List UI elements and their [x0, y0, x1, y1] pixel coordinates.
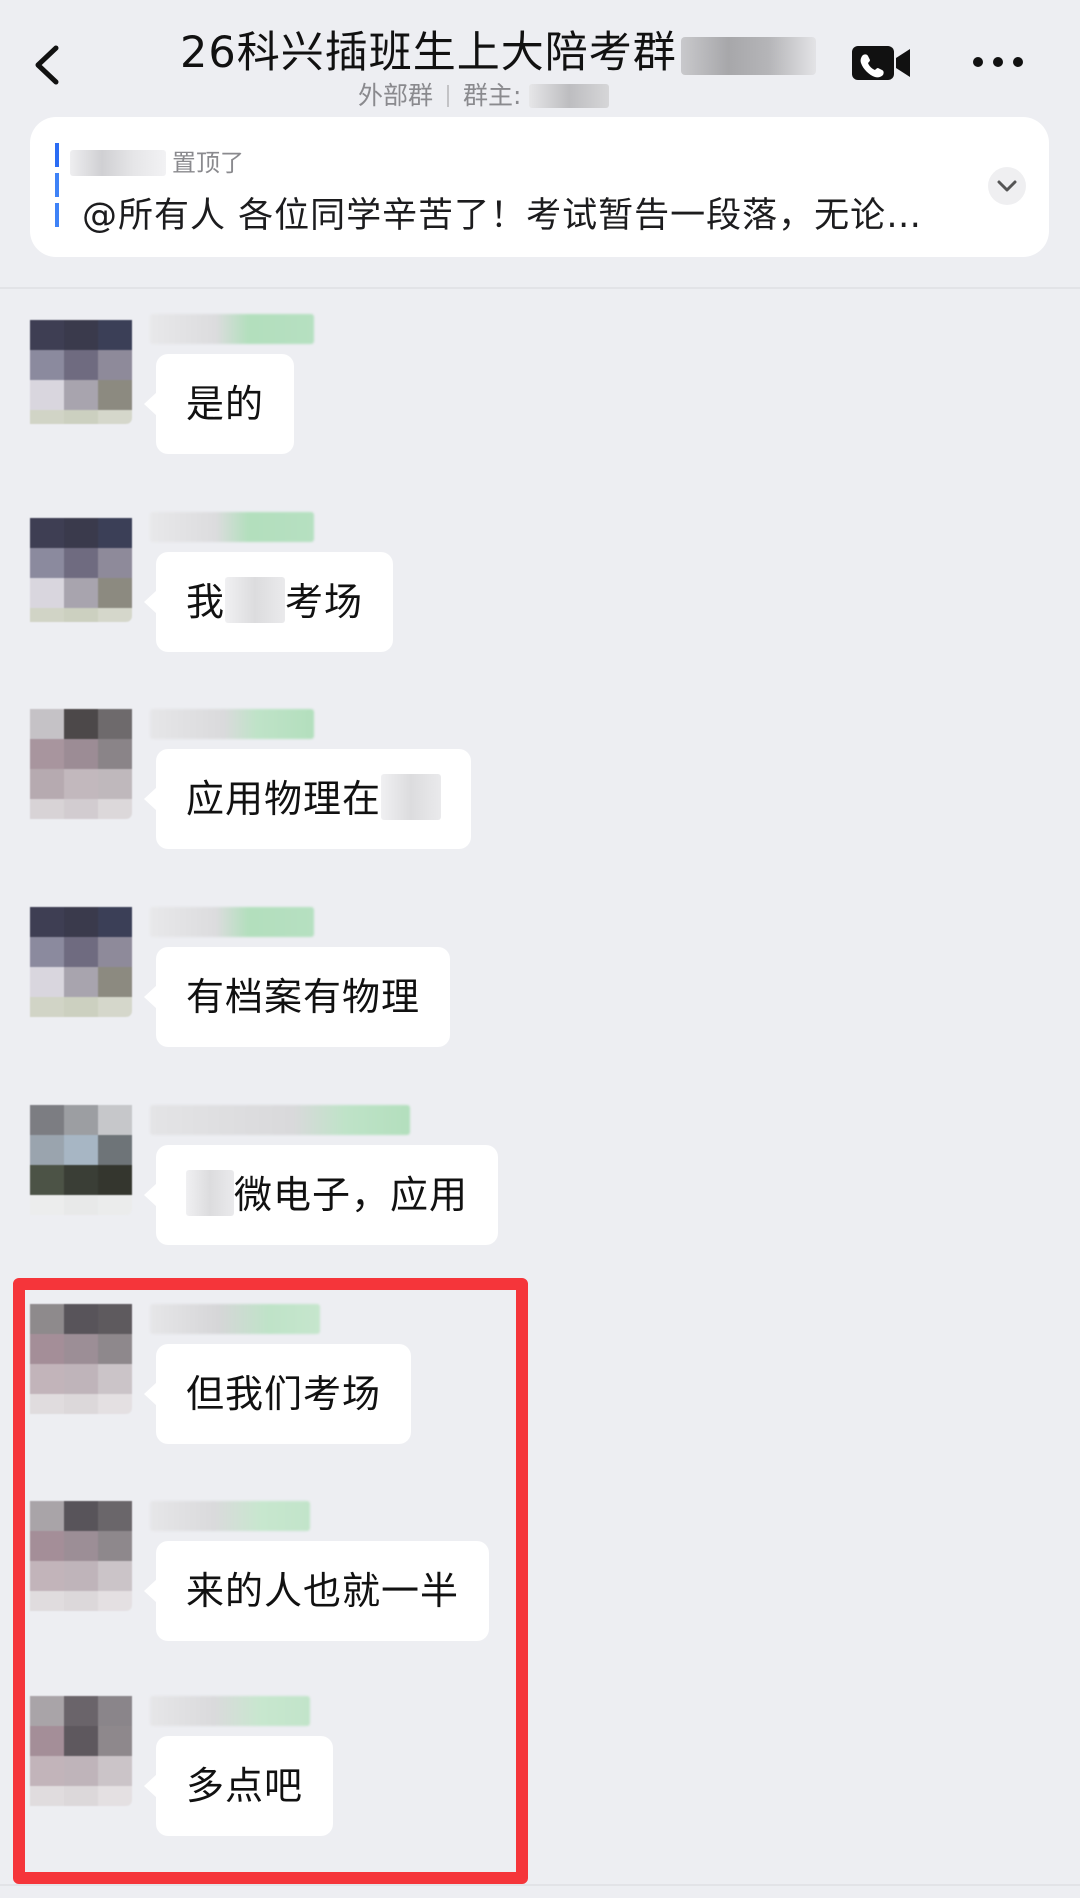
- message-text: 我: [186, 580, 226, 624]
- chat-subtitle: 外部群 群主:: [358, 76, 610, 112]
- avatar[interactable]: [12, 893, 132, 1017]
- video-call-icon: [852, 46, 910, 80]
- message-bubble[interactable]: 我 考场: [143, 552, 394, 652]
- message-text: 考场: [285, 580, 364, 624]
- message-bubble[interactable]: 但我们考场: [143, 1344, 412, 1444]
- sender-name: [150, 907, 314, 937]
- message-bubble[interactable]: 是的: [143, 354, 295, 454]
- redacted-text: [186, 1170, 234, 1216]
- pinned-by: 置顶了: [70, 143, 244, 178]
- avatar[interactable]: [12, 300, 132, 424]
- chevron-down-icon: [997, 180, 1017, 192]
- message-item: 我 考场: [0, 490, 1080, 670]
- sender-name: [150, 1696, 310, 1726]
- message-text: 微电子，应用: [234, 1173, 469, 1217]
- chat-title-text: 26科兴插班生上大陪考群: [180, 28, 677, 78]
- chat-header: 26科兴插班生上大陪考群 外部群 群主:: [0, 0, 1080, 115]
- avatar[interactable]: [12, 1682, 132, 1806]
- message-item: 是的: [0, 292, 1080, 472]
- message-item: 但我们考场: [0, 1282, 1080, 1462]
- message-text: 有档案有物理: [186, 975, 421, 1019]
- message-bubble[interactable]: 应用物理在: [143, 749, 472, 849]
- pin-indicator: [55, 143, 59, 231]
- expand-pinned-button[interactable]: [988, 167, 1026, 205]
- sender-name: [150, 1304, 320, 1334]
- message-item: 微电子，应用: [0, 1083, 1080, 1263]
- sender-name: [150, 314, 314, 344]
- message-text: 来的人也就一半: [186, 1569, 460, 1613]
- sender-name: [150, 512, 314, 542]
- chevron-left-icon: [35, 45, 59, 85]
- message-bubble[interactable]: 有档案有物理: [143, 947, 451, 1047]
- redacted-title-suffix: [680, 36, 816, 75]
- avatar[interactable]: [12, 695, 132, 819]
- header-divider: [0, 287, 1080, 289]
- message-bubble[interactable]: 多点吧: [143, 1736, 334, 1836]
- redacted-text: [225, 577, 286, 623]
- message-bubble[interactable]: 来的人也就一半: [143, 1541, 490, 1641]
- message-item: 多点吧: [0, 1674, 1080, 1854]
- message-text: 但我们考场: [186, 1372, 382, 1416]
- sender-name: [150, 1501, 310, 1531]
- group-owner-label: 群主:: [463, 81, 522, 110]
- subtitle-divider: [447, 85, 450, 107]
- sender-name: [150, 1105, 410, 1135]
- more-icon: [973, 57, 1023, 67]
- avatar[interactable]: [12, 1091, 132, 1215]
- avatar[interactable]: [12, 1290, 132, 1414]
- group-type-label: 外部群: [358, 81, 434, 110]
- message-text: 应用物理在: [186, 777, 382, 821]
- redacted-owner-name: [529, 84, 610, 108]
- redacted-pinner-name: [70, 150, 166, 176]
- message-text: 是的: [186, 382, 265, 426]
- bottom-divider: [0, 1884, 1080, 1886]
- video-call-button[interactable]: [850, 44, 912, 82]
- chat-title: 26科兴插班生上大陪考群: [180, 18, 816, 80]
- avatar[interactable]: [12, 498, 132, 622]
- message-text: 多点吧: [186, 1764, 304, 1808]
- pinned-text: @所有人 各位同学辛苦了！考试暂告一段落，无论…: [82, 196, 923, 236]
- more-button[interactable]: [970, 52, 1026, 72]
- back-button[interactable]: [28, 40, 68, 90]
- pinned-message-card[interactable]: 置顶了 @所有人 各位同学辛苦了！考试暂告一段落，无论…: [30, 117, 1049, 257]
- message-item: 来的人也就一半: [0, 1479, 1080, 1659]
- sender-name: [150, 709, 314, 739]
- avatar[interactable]: [12, 1487, 132, 1611]
- message-item: 应用物理在: [0, 687, 1080, 867]
- message-bubble[interactable]: 微电子，应用: [143, 1145, 499, 1245]
- pinned-label: 置顶了: [172, 149, 244, 177]
- message-item: 有档案有物理: [0, 885, 1080, 1065]
- redacted-text: [381, 774, 442, 820]
